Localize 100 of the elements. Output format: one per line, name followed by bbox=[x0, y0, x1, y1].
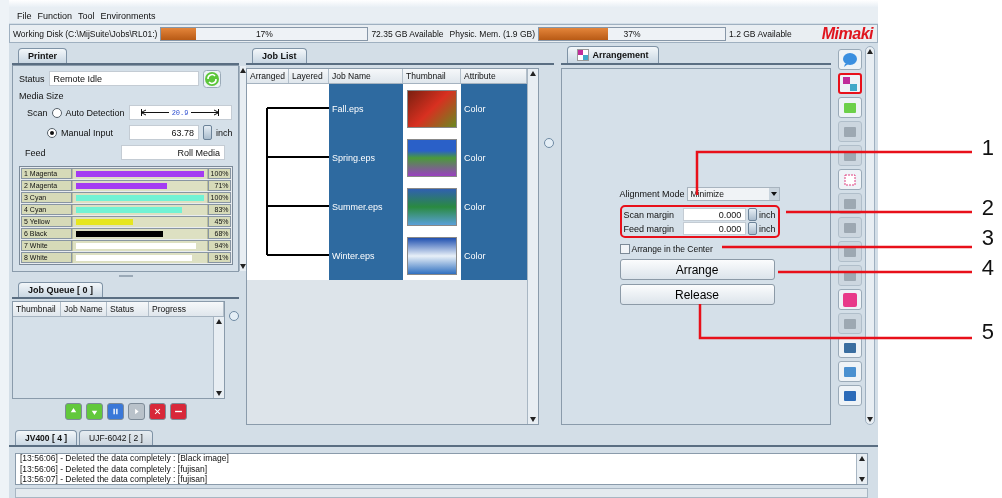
scrollbar[interactable] bbox=[865, 46, 876, 425]
dashed-square-icon bbox=[842, 171, 859, 188]
callout-number: 4 bbox=[981, 256, 994, 280]
radio-button[interactable] bbox=[47, 127, 57, 138]
scroll-up-icon[interactable] bbox=[859, 456, 865, 461]
size-field[interactable]: 63.78 bbox=[129, 125, 199, 140]
queue-button[interactable] bbox=[148, 403, 166, 420]
job-name-cell[interactable]: Fall.eps bbox=[329, 84, 403, 133]
callout-number: 5 bbox=[981, 320, 994, 344]
toolbar-button[interactable] bbox=[838, 337, 863, 358]
checkbox-label: Arrange in the Center bbox=[631, 243, 713, 254]
toolbar-button[interactable] bbox=[838, 97, 863, 118]
radio-button[interactable] bbox=[51, 107, 62, 118]
spinner[interactable] bbox=[748, 222, 757, 235]
attribute-cell: Color bbox=[461, 182, 527, 231]
status-field: Remote Idle bbox=[48, 71, 199, 86]
scroll-up-icon[interactable] bbox=[216, 319, 222, 324]
scan-label: Scan bbox=[27, 107, 48, 118]
toolbar-button[interactable] bbox=[838, 385, 863, 406]
splitter-knob[interactable] bbox=[543, 138, 554, 148]
radio-label: Auto Detection bbox=[65, 107, 125, 118]
attribute-cell: Color bbox=[461, 231, 527, 280]
callout-number: 1 bbox=[981, 136, 994, 160]
scan-margin-label: Scan margin bbox=[623, 209, 676, 220]
menu-item[interactable]: Environments bbox=[100, 10, 156, 21]
unit-label: inch bbox=[759, 209, 776, 220]
scroll-down-icon[interactable] bbox=[216, 391, 222, 396]
checkbox[interactable] bbox=[619, 243, 630, 254]
feed-label: Feed bbox=[25, 147, 47, 158]
arrange-button[interactable]: Arrange bbox=[619, 259, 775, 280]
printer-tab[interactable]: UJF-6042 [ 2 ] bbox=[79, 430, 153, 445]
disk-percent: 17% bbox=[254, 28, 274, 39]
job-name-cell[interactable]: Spring.eps bbox=[329, 133, 403, 182]
column-header: Job Name bbox=[61, 302, 107, 316]
feed-margin-label: Feed margin bbox=[623, 223, 676, 234]
memory-available: 1.2 GB Available bbox=[728, 28, 793, 39]
scan-margin-field[interactable]: 0.000 bbox=[682, 208, 747, 221]
job-queue-tab[interactable]: Job Queue [ 0 ] bbox=[18, 282, 103, 297]
splitter-knob[interactable] bbox=[229, 311, 239, 321]
media-size-label: Media Size bbox=[19, 90, 64, 101]
queue-button[interactable] bbox=[106, 403, 124, 420]
arrangement-tab[interactable]: Arrangement bbox=[566, 46, 659, 63]
scrollbar[interactable] bbox=[526, 69, 538, 424]
log-line: [13:56:07] - Deleted the data completely : [fujisan] bbox=[20, 474, 209, 484]
printer-tab[interactable]: JV400 [ 4 ] bbox=[15, 430, 78, 445]
photo-placeholder bbox=[407, 138, 457, 177]
toolbar-button[interactable] bbox=[838, 361, 863, 382]
disk-label: Working Disk (C:\MijSuite\Jobs\RL01:) bbox=[12, 28, 159, 39]
column-header: Job Name bbox=[329, 69, 403, 83]
menu-item[interactable]: Tool bbox=[78, 10, 95, 21]
disk-available: 72.35 GB Available bbox=[370, 28, 445, 39]
feed-margin-field[interactable]: 0.000 bbox=[682, 222, 747, 235]
job-name-cell[interactable]: Winter.eps bbox=[329, 231, 403, 280]
column-header: Layered bbox=[289, 69, 329, 83]
queue-button[interactable] bbox=[64, 403, 82, 420]
spinner[interactable] bbox=[203, 125, 212, 140]
memory-label: Physic. Mem. (1.9 GB) bbox=[448, 28, 537, 39]
toolbar-button[interactable] bbox=[838, 289, 863, 310]
column-header: Thumbnail bbox=[403, 69, 461, 83]
callout-number: 2 bbox=[981, 196, 994, 220]
scroll-up-icon[interactable] bbox=[867, 49, 874, 54]
scroll-down-icon[interactable] bbox=[867, 417, 874, 422]
printer-tab[interactable]: Printer bbox=[18, 48, 67, 63]
feed-field: Roll Media bbox=[121, 145, 225, 160]
photo-placeholder bbox=[407, 187, 457, 226]
scrollbar[interactable] bbox=[213, 317, 224, 398]
radio-label: Manual Input bbox=[61, 127, 115, 138]
scroll-down-icon[interactable] bbox=[859, 477, 865, 482]
refresh-icon[interactable] bbox=[202, 69, 221, 88]
square-icon bbox=[842, 291, 859, 308]
job-list-tab[interactable]: Job List bbox=[252, 48, 307, 63]
speech-bubble-icon bbox=[842, 51, 859, 68]
arrow-icon bbox=[191, 109, 220, 116]
scroll-down-icon[interactable] bbox=[529, 417, 536, 422]
menu-item[interactable]: File bbox=[17, 10, 32, 21]
toolbar-button[interactable] bbox=[838, 73, 863, 94]
memory-percent: 37% bbox=[622, 28, 642, 39]
scroll-up-icon[interactable] bbox=[239, 68, 246, 73]
column-header: Status bbox=[107, 302, 149, 316]
menu-item[interactable]: Function bbox=[37, 10, 73, 21]
release-button[interactable]: Release bbox=[619, 284, 775, 305]
queue-button[interactable] bbox=[85, 403, 103, 420]
photo-placeholder bbox=[407, 236, 457, 275]
queue-button[interactable] bbox=[169, 403, 187, 420]
caret-icon bbox=[768, 188, 779, 200]
spinner[interactable] bbox=[748, 208, 757, 221]
squares-icon bbox=[842, 75, 859, 92]
scrollbar[interactable] bbox=[238, 66, 246, 271]
column-header: Progress bbox=[149, 302, 224, 316]
logo: Mimaki bbox=[821, 24, 875, 43]
column-header: Attribute bbox=[461, 69, 527, 83]
scroll-up-icon[interactable] bbox=[529, 71, 536, 76]
status-label: Status bbox=[19, 73, 45, 84]
scrollbar[interactable] bbox=[856, 454, 867, 484]
arrangement-icon bbox=[576, 49, 589, 61]
attribute-cell: Color bbox=[461, 84, 527, 133]
arrow-icon bbox=[140, 109, 169, 116]
scroll-down-icon[interactable] bbox=[239, 264, 246, 269]
toolbar-button[interactable] bbox=[838, 169, 863, 190]
job-name-cell[interactable]: Summer.eps bbox=[329, 182, 403, 231]
